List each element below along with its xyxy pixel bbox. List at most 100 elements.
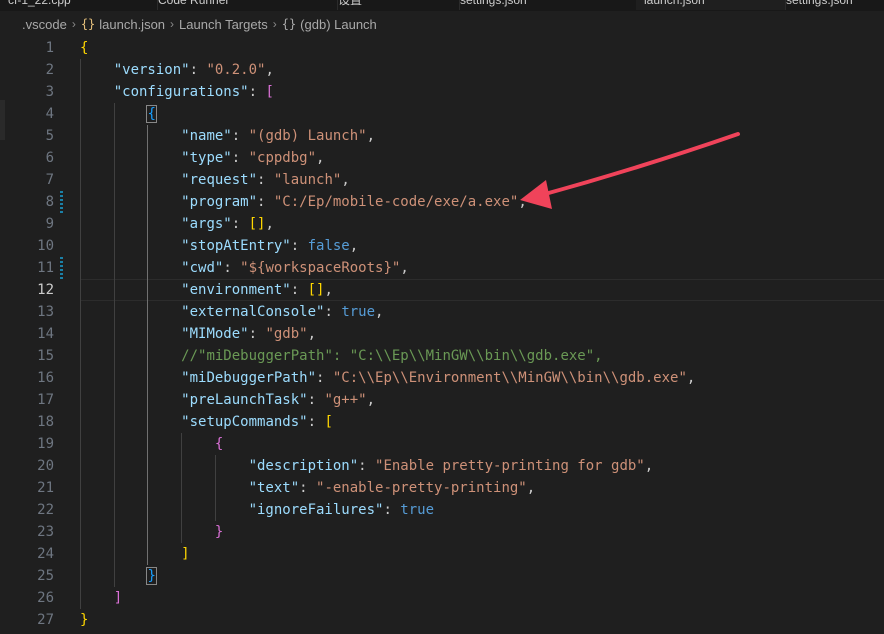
code-token: [ [265,84,274,100]
tab-2[interactable]: 设置 [330,0,460,10]
tab-5[interactable]: settings.json [778,0,884,10]
code-token: ] [181,546,190,562]
code-whitespace: : [248,326,266,342]
tab-label: Code Runner [158,0,230,7]
code-text[interactable]: "name": "(gdb) Launch", [80,125,375,147]
code-text[interactable]: } [80,565,157,587]
code-line[interactable]: 6 "type": "cppdbg", [0,147,884,169]
code-whitespace: , [366,392,376,408]
code-whitespace: , [265,62,274,78]
code-text[interactable]: "type": "cppdbg", [80,147,324,169]
code-line[interactable]: 24 ] [0,543,884,565]
code-whitespace: : [299,480,317,496]
code-line[interactable]: 11 "cwd": "${workspaceRoots}", [0,257,884,279]
code-line[interactable]: 13 "externalConsole": true, [0,301,884,323]
indent-guide [147,125,148,565]
code-token: } [80,612,89,628]
tab-4[interactable]: launch.json [636,0,786,10]
breadcrumb-file[interactable]: launch.json [99,17,165,32]
code-whitespace: : [324,304,342,320]
code-text[interactable]: "preLaunchTask": "g++", [80,389,375,411]
tab-3[interactable]: settings.json [452,0,644,10]
code-text[interactable]: "setupCommands": [ [80,411,333,433]
code-token: "Enable pretty-printing for gdb" [375,458,645,474]
code-token: "stopAtEntry" [181,238,291,254]
code-token: "C:\\Ep\\Environment\\MinGW\\bin\\gdb.ex… [332,370,687,386]
code-line[interactable]: 23 } [0,521,884,543]
code-text[interactable]: "miDebuggerPath": "C:\\Ep\\Environment\\… [80,367,695,389]
code-token: "description" [248,458,359,474]
tab-label: cf-1_22.cpp [8,0,71,7]
line-number: 1 [45,40,54,56]
code-line[interactable]: 25 } [0,565,884,587]
code-text[interactable]: } [80,521,223,543]
code-line[interactable]: 18 "setupCommands": [ [0,411,884,433]
code-line[interactable]: 26 ] [0,587,884,609]
code-line[interactable]: 2 "version": "0.2.0", [0,59,884,81]
code-line[interactable]: 1{ [0,37,884,59]
modified-line-gutter-mark[interactable] [60,257,63,279]
code-line[interactable]: 3 "configurations": [ [0,81,884,103]
code-text[interactable]: { [80,433,223,455]
code-text[interactable]: "description": "Enable pretty-printing f… [80,455,654,477]
code-text[interactable]: ] [80,543,190,565]
code-line[interactable]: 20 "description": "Enable pretty-printin… [0,455,884,477]
code-line[interactable]: 4 { [0,103,884,125]
code-line[interactable]: 16 "miDebuggerPath": "C:\\Ep\\Environmen… [0,367,884,389]
code-text[interactable]: } [80,609,88,631]
indent-guide [215,455,216,521]
line-number: 3 [45,84,54,100]
line-number: 16 [37,370,54,386]
code-token: "0.2.0" [206,62,266,78]
code-text[interactable]: "ignoreFailures": true [80,499,434,521]
code-token: "gdb" [265,326,308,342]
code-text[interactable]: "args": [], [80,213,274,235]
code-token: "configurations" [113,84,249,100]
code-line[interactable]: 17 "preLaunchTask": "g++", [0,389,884,411]
code-editor[interactable]: 1{2 "version": "0.2.0", 3 "configurations… [0,37,884,634]
code-line[interactable]: 14 "MIMode": "gdb", [0,323,884,345]
code-line[interactable]: 8 "program": "C:/Ep/mobile-code/exe/a.ex… [0,191,884,213]
modified-line-gutter-mark[interactable] [60,191,63,213]
code-line[interactable]: 7 "request": "launch", [0,169,884,191]
code-text[interactable]: "environment": [], [80,279,333,301]
code-text[interactable]: { [80,103,157,125]
code-text[interactable]: "version": "0.2.0", [80,59,274,81]
code-text[interactable]: "externalConsole": true, [80,301,383,323]
breadcrumb-folder[interactable]: .vscode [22,17,67,32]
code-text[interactable]: "request": "launch", [80,169,350,191]
code-line[interactable]: 15 //"miDebuggerPath": "C:\\Ep\\MinGW\\b… [0,345,884,367]
code-line[interactable]: 21 "text": "-enable-pretty-printing", [0,477,884,499]
code-text[interactable]: "text": "-enable-pretty-printing", [80,477,536,499]
code-line[interactable]: 27} [0,609,884,631]
breadcrumb-section[interactable]: Launch Targets [179,17,268,32]
code-text[interactable]: "configurations": [ [80,81,274,103]
breadcrumb-item[interactable]: (gdb) Launch [300,17,377,32]
line-number: 24 [37,546,54,562]
code-line[interactable]: 5 "name": "(gdb) Launch", [0,125,884,147]
code-text[interactable]: //"miDebuggerPath": "C:\\Ep\\MinGW\\bin\… [80,345,602,367]
code-line[interactable]: 22 "ignoreFailures": true [0,499,884,521]
code-whitespace: : [231,128,249,144]
code-line[interactable]: 12 "environment": [], [0,279,884,301]
line-number: 21 [37,480,54,496]
code-text[interactable]: "MIMode": "gdb", [80,323,316,345]
code-line[interactable]: 19 { [0,433,884,455]
code-whitespace: : [290,282,308,298]
code-text[interactable]: ] [80,587,122,609]
code-line[interactable]: 10 "stopAtEntry": false, [0,235,884,257]
code-token: false [307,238,350,254]
code-text[interactable]: "cwd": "${workspaceRoots}", [80,257,409,279]
code-text[interactable]: { [80,37,88,59]
code-token: "type" [181,150,232,166]
code-token: "C:/Ep/mobile-code/exe/a.exe" [273,194,519,210]
code-line[interactable]: 9 "args": [], [0,213,884,235]
tab-label: settings.json [460,0,527,7]
code-text[interactable]: "stopAtEntry": false, [80,235,358,257]
tab-1[interactable]: Code Runner [150,0,338,10]
tab-0[interactable]: cf-1_22.cpp [0,0,158,10]
